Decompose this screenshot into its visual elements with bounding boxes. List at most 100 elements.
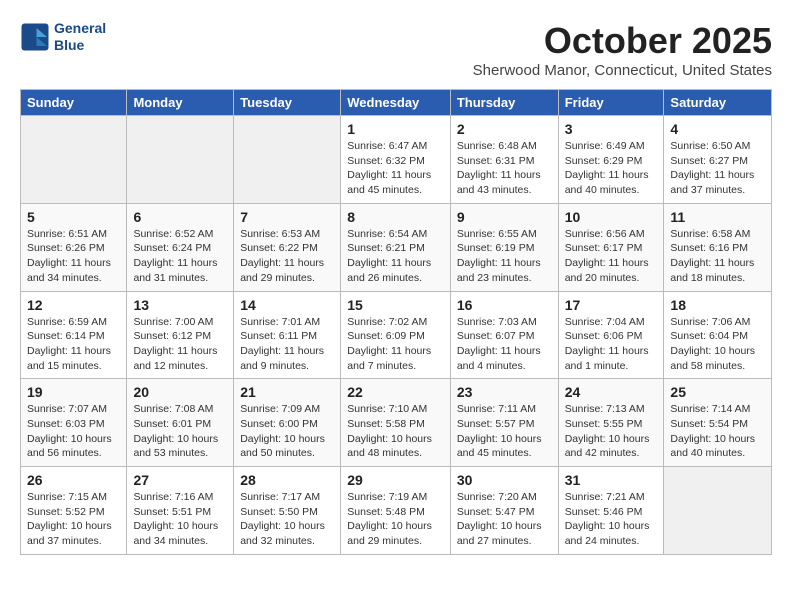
logo-line2: Blue (54, 37, 106, 54)
day-info: Sunrise: 7:09 AM Sunset: 6:00 PM Dayligh… (240, 402, 334, 461)
day-number: 22 (347, 384, 444, 400)
calendar-week-5: 26 Sunrise: 7:15 AM Sunset: 5:52 PM Dayli… (21, 467, 772, 555)
day-info: Sunrise: 7:06 AM Sunset: 6:04 PM Dayligh… (670, 315, 765, 374)
day-number: 12 (27, 297, 120, 313)
day-info: Sunrise: 6:49 AM Sunset: 6:29 PM Dayligh… (565, 139, 658, 198)
day-number: 11 (670, 209, 765, 225)
day-number: 2 (457, 121, 552, 137)
title-block: October 2025 Sherwood Manor, Connecticut… (473, 20, 772, 79)
day-number: 5 (27, 209, 120, 225)
month-title: October 2025 (473, 20, 772, 62)
day-number: 18 (670, 297, 765, 313)
calendar-cell: 21 Sunrise: 7:09 AM Sunset: 6:00 PM Dayli… (234, 379, 341, 467)
calendar-cell: 9Sunrise: 6:55 AM Sunset: 6:19 PM Daylig… (450, 203, 558, 291)
day-number: 8 (347, 209, 444, 225)
day-info: Sunrise: 7:16 AM Sunset: 5:51 PM Dayligh… (133, 490, 227, 549)
day-number: 31 (565, 472, 658, 488)
calendar-cell: 18 Sunrise: 7:06 AM Sunset: 6:04 PM Dayli… (664, 291, 772, 379)
logo: General Blue (20, 20, 106, 54)
calendar-cell: 10Sunrise: 6:56 AM Sunset: 6:17 PM Dayli… (558, 203, 664, 291)
calendar-cell: 7 Sunrise: 6:53 AM Sunset: 6:22 PM Daylig… (234, 203, 341, 291)
day-number: 30 (457, 472, 552, 488)
column-header-tuesday: Tuesday (234, 90, 341, 116)
calendar-cell: 15 Sunrise: 7:02 AM Sunset: 6:09 PM Dayli… (341, 291, 451, 379)
day-number: 20 (133, 384, 227, 400)
day-number: 29 (347, 472, 444, 488)
day-info: Sunrise: 6:51 AM Sunset: 6:26 PM Dayligh… (27, 227, 120, 286)
day-number: 17 (565, 297, 658, 313)
day-info: Sunrise: 7:08 AM Sunset: 6:01 PM Dayligh… (133, 402, 227, 461)
calendar-cell: 22Sunrise: 7:10 AM Sunset: 5:58 PM Dayli… (341, 379, 451, 467)
calendar-cell: 2 Sunrise: 6:48 AM Sunset: 6:31 PM Daylig… (450, 116, 558, 204)
day-info: Sunrise: 7:17 AM Sunset: 5:50 PM Dayligh… (240, 490, 334, 549)
day-number: 6 (133, 209, 227, 225)
day-number: 4 (670, 121, 765, 137)
day-info: Sunrise: 6:54 AM Sunset: 6:21 PM Dayligh… (347, 227, 444, 286)
calendar-cell: 31 Sunrise: 7:21 AM Sunset: 5:46 PM Dayli… (558, 467, 664, 555)
calendar-cell: 6 Sunrise: 6:52 AM Sunset: 6:24 PM Daylig… (127, 203, 234, 291)
calendar-cell: 3 Sunrise: 6:49 AM Sunset: 6:29 PM Daylig… (558, 116, 664, 204)
calendar-cell: 12 Sunrise: 6:59 AM Sunset: 6:14 PM Dayli… (21, 291, 127, 379)
day-info: Sunrise: 6:56 AM Sunset: 6:17 PM Dayligh… (565, 227, 658, 286)
calendar-week-4: 19Sunrise: 7:07 AM Sunset: 6:03 PM Dayli… (21, 379, 772, 467)
calendar-cell: 5 Sunrise: 6:51 AM Sunset: 6:26 PM Daylig… (21, 203, 127, 291)
day-info: Sunrise: 7:00 AM Sunset: 6:12 PM Dayligh… (133, 315, 227, 374)
column-header-thursday: Thursday (450, 90, 558, 116)
calendar-cell: 16 Sunrise: 7:03 AM Sunset: 6:07 PM Dayli… (450, 291, 558, 379)
day-info: Sunrise: 7:01 AM Sunset: 6:11 PM Dayligh… (240, 315, 334, 374)
calendar-cell: 26 Sunrise: 7:15 AM Sunset: 5:52 PM Dayli… (21, 467, 127, 555)
calendar-cell: 28 Sunrise: 7:17 AM Sunset: 5:50 PM Dayli… (234, 467, 341, 555)
calendar-cell: 27 Sunrise: 7:16 AM Sunset: 5:51 PM Dayli… (127, 467, 234, 555)
calendar-header-row: SundayMondayTuesdayWednesdayThursdayFrid… (21, 90, 772, 116)
day-number: 14 (240, 297, 334, 313)
calendar-cell (127, 116, 234, 204)
day-number: 27 (133, 472, 227, 488)
day-info: Sunrise: 6:53 AM Sunset: 6:22 PM Dayligh… (240, 227, 334, 286)
calendar-cell: 8 Sunrise: 6:54 AM Sunset: 6:21 PM Daylig… (341, 203, 451, 291)
day-info: Sunrise: 7:03 AM Sunset: 6:07 PM Dayligh… (457, 315, 552, 374)
calendar-cell: 23 Sunrise: 7:11 AM Sunset: 5:57 PM Dayli… (450, 379, 558, 467)
column-header-sunday: Sunday (21, 90, 127, 116)
calendar-cell (234, 116, 341, 204)
day-number: 13 (133, 297, 227, 313)
day-number: 15 (347, 297, 444, 313)
calendar-week-1: 1 Sunrise: 6:47 AM Sunset: 6:32 PM Daylig… (21, 116, 772, 204)
column-header-friday: Friday (558, 90, 664, 116)
day-number: 25 (670, 384, 765, 400)
column-header-saturday: Saturday (664, 90, 772, 116)
day-number: 16 (457, 297, 552, 313)
day-info: Sunrise: 7:20 AM Sunset: 5:47 PM Dayligh… (457, 490, 552, 549)
day-info: Sunrise: 6:50 AM Sunset: 6:27 PM Dayligh… (670, 139, 765, 198)
calendar-week-3: 12 Sunrise: 6:59 AM Sunset: 6:14 PM Dayli… (21, 291, 772, 379)
day-info: Sunrise: 6:52 AM Sunset: 6:24 PM Dayligh… (133, 227, 227, 286)
day-number: 3 (565, 121, 658, 137)
day-number: 7 (240, 209, 334, 225)
day-info: Sunrise: 6:47 AM Sunset: 6:32 PM Dayligh… (347, 139, 444, 198)
day-info: Sunrise: 6:55 AM Sunset: 6:19 PM Dayligh… (457, 227, 552, 286)
column-header-wednesday: Wednesday (341, 90, 451, 116)
logo-icon (20, 22, 50, 52)
day-info: Sunrise: 6:59 AM Sunset: 6:14 PM Dayligh… (27, 315, 120, 374)
day-number: 28 (240, 472, 334, 488)
page-header: General Blue October 2025 Sherwood Manor… (20, 20, 772, 79)
day-number: 21 (240, 384, 334, 400)
day-number: 1 (347, 121, 444, 137)
calendar-cell (21, 116, 127, 204)
day-info: Sunrise: 7:21 AM Sunset: 5:46 PM Dayligh… (565, 490, 658, 549)
day-info: Sunrise: 7:15 AM Sunset: 5:52 PM Dayligh… (27, 490, 120, 549)
calendar-cell (664, 467, 772, 555)
day-info: Sunrise: 7:04 AM Sunset: 6:06 PM Dayligh… (565, 315, 658, 374)
day-info: Sunrise: 7:14 AM Sunset: 5:54 PM Dayligh… (670, 402, 765, 461)
day-number: 23 (457, 384, 552, 400)
calendar-cell: 29Sunrise: 7:19 AM Sunset: 5:48 PM Dayli… (341, 467, 451, 555)
calendar-cell: 25 Sunrise: 7:14 AM Sunset: 5:54 PM Dayli… (664, 379, 772, 467)
calendar-cell: 19Sunrise: 7:07 AM Sunset: 6:03 PM Dayli… (21, 379, 127, 467)
day-info: Sunrise: 7:11 AM Sunset: 5:57 PM Dayligh… (457, 402, 552, 461)
day-info: Sunrise: 6:48 AM Sunset: 6:31 PM Dayligh… (457, 139, 552, 198)
calendar-cell: 17 Sunrise: 7:04 AM Sunset: 6:06 PM Dayli… (558, 291, 664, 379)
calendar-cell: 1 Sunrise: 6:47 AM Sunset: 6:32 PM Daylig… (341, 116, 451, 204)
logo-text: General Blue (54, 20, 106, 54)
day-info: Sunrise: 6:58 AM Sunset: 6:16 PM Dayligh… (670, 227, 765, 286)
day-number: 26 (27, 472, 120, 488)
day-info: Sunrise: 7:02 AM Sunset: 6:09 PM Dayligh… (347, 315, 444, 374)
